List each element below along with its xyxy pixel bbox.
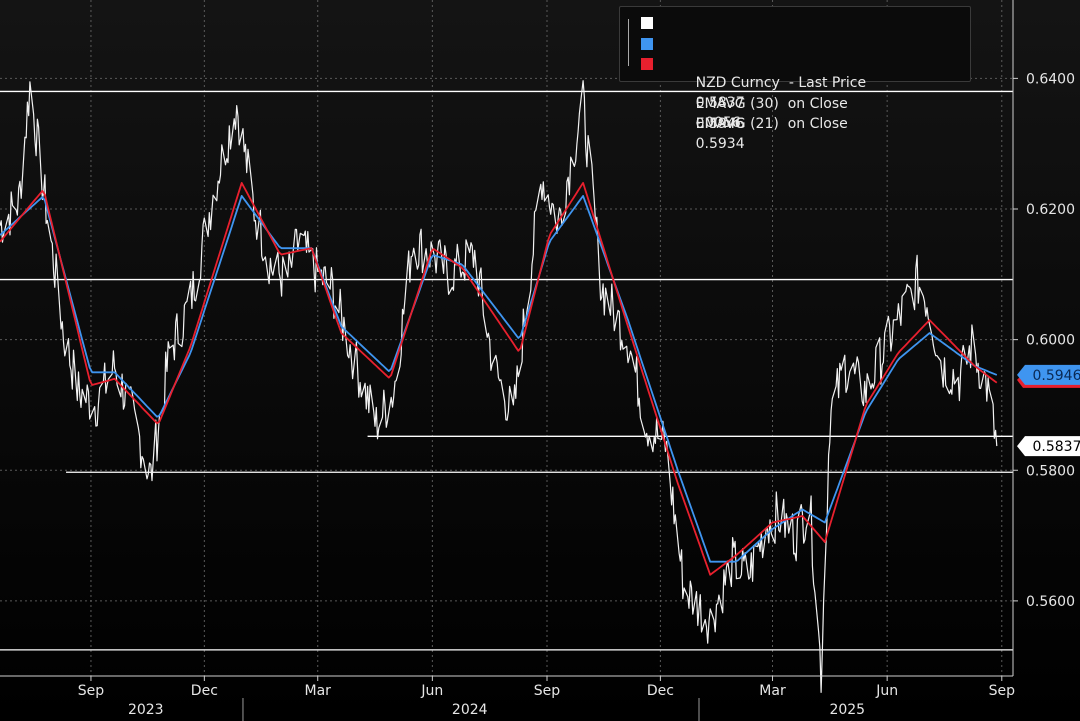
legend-item-ema30[interactable]: EMAVG (30) on Close 0.5946 [620, 34, 970, 132]
last-value-tag-label: 0.5946 [1033, 368, 1080, 384]
legend-label-ema21: EMAVG (21) on Close [695, 116, 848, 132]
last-value-tag-label: 0.5837 [1033, 439, 1080, 455]
legend-item-price[interactable]: NZD Curncy - Last Price 0.5837 -.0056 [620, 13, 970, 131]
x-tick-label: Sep [78, 683, 105, 699]
year-label: 2023 [128, 702, 164, 718]
x-tick-label: Mar [759, 683, 786, 699]
legend: NZD Curncy - Last Price 0.5837 -.0056 EM… [619, 6, 971, 152]
price-chart: 0.6400 0.6200 0.6000 0.5800 0.5600 Sep Dec Mar J… [0, 0, 1080, 721]
y-tick-label: 0.5600 [1026, 594, 1075, 610]
x-tick-label: Dec [191, 683, 218, 699]
y-tick-label: 0.6400 [1026, 71, 1075, 87]
x-tick-label: Sep [989, 683, 1016, 699]
x-tick-label: Jun [420, 683, 443, 699]
last-value-tag: 0.5946 [1017, 364, 1080, 388]
legend-value-ema21: 0.5934 [695, 136, 745, 152]
x-tick-label: Jun [875, 683, 898, 699]
legend-swatch-price [641, 17, 653, 29]
x-tick-label: Sep [534, 683, 561, 699]
year-label: 2025 [829, 702, 865, 718]
x-tick-label: Dec [647, 683, 674, 699]
x-tick-label: Mar [305, 683, 332, 699]
y-tick-label: 0.6200 [1026, 202, 1075, 218]
plot-background [0, 0, 1080, 721]
legend-swatch-ema30 [641, 38, 653, 50]
chart-window: 0.6400 0.6200 0.6000 0.5800 0.5600 Sep Dec Mar J… [0, 0, 1080, 721]
legend-swatch-ema21 [641, 58, 653, 70]
y-tick-label: 0.5800 [1026, 463, 1075, 479]
y-tick-label: 0.6000 [1026, 333, 1075, 349]
legend-item-ema21[interactable]: EMAVG (21) on Close 0.5934 [620, 54, 970, 152]
year-label: 2024 [452, 702, 488, 718]
last-value-tag: 0.5837 [1017, 436, 1080, 457]
